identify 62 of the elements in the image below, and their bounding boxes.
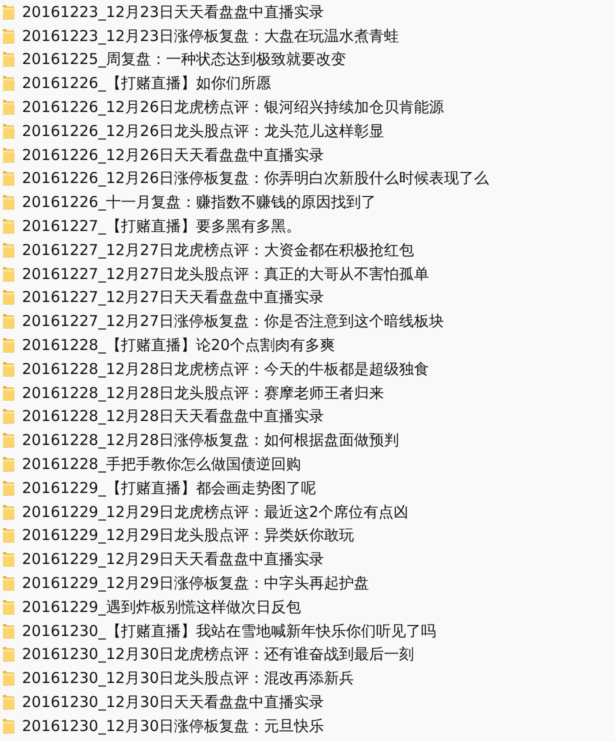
folder-name[interactable]: 20161228_12月28日涨停板复盘：如何根据盘面做预判 <box>22 431 400 450</box>
folder-name[interactable]: 20161226_【打赌直播】如你们所愿 <box>22 74 271 92</box>
folder-icon <box>2 360 15 377</box>
folder-name[interactable]: 20161226_十一月复盘：赚指数不赚钱的原因找到了 <box>22 193 376 212</box>
folder-icon <box>2 4 15 20</box>
folder-name[interactable]: 20161227_12月27日龙头股点评：真正的大哥从不害怕孤单 <box>22 264 430 283</box>
folder-icon <box>2 99 15 116</box>
folder-icon <box>2 194 15 210</box>
folder-name[interactable]: 20161230_12月30日龙头股点评：混改再添新兵 <box>22 669 354 688</box>
folder-name[interactable]: 20161227_12月27日龙虎榜点评：大资金都在积极抢红包 <box>22 240 414 259</box>
folder-icon <box>2 718 15 734</box>
folder-name[interactable]: 20161230_【打赌直播】我站在雪地喊新年快乐你们听见了吗 <box>22 622 436 640</box>
folder-icon <box>2 598 15 615</box>
folder-icon <box>2 337 15 354</box>
folder-icon <box>2 170 15 186</box>
folder-icon <box>2 75 15 92</box>
folder-icon <box>2 646 15 662</box>
folder-name[interactable]: 20161225_周复盘：一种状态达到极致就要改变 <box>22 50 346 68</box>
folder-name[interactable]: 20161230_12月30日涨停板复盘：元旦快乐 <box>22 716 324 735</box>
folder-name[interactable]: 20161228_手把手教你怎么做国债逆回购 <box>22 455 301 474</box>
folder-name[interactable]: 20161226_12月26日涨停板复盘：你弄明白次新股什么时候表现了么 <box>22 169 490 188</box>
folder-icon <box>2 242 15 258</box>
folder-icon <box>2 146 15 163</box>
folder-icon <box>2 480 15 496</box>
folder-name[interactable]: 20161229_【打赌直播】都会画走势图了呢 <box>22 478 316 497</box>
folder-name[interactable]: 20161228_12月28日龙虎榜点评：今天的牛板都是超级独食 <box>22 360 430 378</box>
folder-icon <box>2 504 15 520</box>
folder-icon <box>2 694 15 710</box>
folder-icon <box>2 456 15 472</box>
folder-name[interactable]: 20161228_【打赌直播】论20个点割肉有多爽 <box>22 336 335 354</box>
folder-icon <box>2 551 15 568</box>
folder-name[interactable]: 20161230_12月30日龙虎榜点评：还有谁奋战到最后一刻 <box>22 645 414 664</box>
folder-icon <box>2 527 15 544</box>
folder-name[interactable]: 20161228_12月28日龙头股点评：赛摩老师王者归来 <box>22 384 384 402</box>
folder-icon <box>2 51 15 68</box>
folder-icon <box>2 218 15 234</box>
folder-icon <box>2 575 15 592</box>
folder-name[interactable]: 20161229_12月29日龙头股点评：异类妖你敢玩 <box>22 526 354 544</box>
folder-name[interactable]: 20161229_遇到炸板别慌这样做次日反包 <box>22 598 301 616</box>
folder-name[interactable]: 20161229_12月29日天天看盘盘中直播实录 <box>22 550 324 568</box>
folder-name[interactable]: 20161227_12月27日天天看盘盘中直播实录 <box>22 288 324 306</box>
folder-name[interactable]: 20161226_12月26日龙虎榜点评：银河绍兴持续加仓贝肯能源 <box>22 98 444 116</box>
folder-name[interactable]: 20161223_12月23日天天看盘盘中直播实录 <box>22 2 324 21</box>
folder-name[interactable]: 20161226_12月26日天天看盘盘中直播实录 <box>22 146 324 164</box>
folder-icon <box>2 266 15 282</box>
folder-name[interactable]: 20161226_12月26日龙头股点评：龙头范儿这样彰显 <box>22 122 384 140</box>
folder-icon <box>2 408 15 424</box>
folder-icon <box>2 289 15 306</box>
folder-icon <box>2 432 15 448</box>
folder-icon <box>2 622 15 639</box>
folder-icon <box>2 122 15 139</box>
folder-icon <box>2 384 15 401</box>
folder-name[interactable]: 20161227_12月27日涨停板复盘：你是否注意到这个暗线板块 <box>22 312 444 330</box>
folder-name[interactable]: 20161223_12月23日涨停板复盘：大盘在玩温水煮青蛙 <box>22 26 400 45</box>
folder-icon <box>2 313 15 330</box>
folder-name[interactable]: 20161229_12月29日龙虎榜点评：最近这2个席位有点凶 <box>22 502 409 521</box>
folder-name[interactable]: 20161229_12月29日涨停板复盘：中字头再起护盘 <box>22 574 370 592</box>
folder-name[interactable]: 20161230_12月30日天天看盘盘中直播实录 <box>22 693 324 711</box>
folder-name[interactable]: 20161228_12月28日天天看盘盘中直播实录 <box>22 407 324 426</box>
folder-icon <box>2 28 15 44</box>
folder-name[interactable]: 20161227_【打赌直播】要多黑有多黑。 <box>22 217 301 236</box>
folder-icon <box>2 670 15 686</box>
